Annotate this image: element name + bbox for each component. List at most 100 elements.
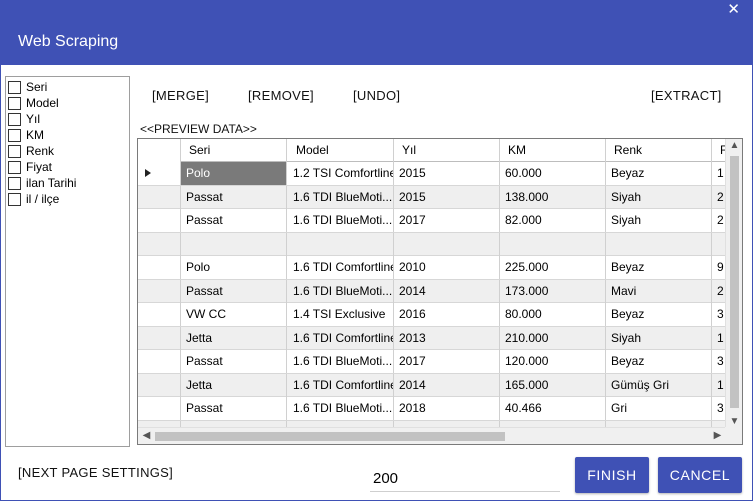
table-cell[interactable] bbox=[181, 232, 287, 256]
row-header[interactable] bbox=[138, 256, 181, 279]
table-cell[interactable]: Passat bbox=[181, 350, 287, 373]
table-cell[interactable]: Jetta bbox=[181, 373, 287, 397]
table-cell[interactable]: 1.4 TSI Exclusive bbox=[288, 303, 394, 326]
table-row[interactable]: Passat 1.6 TDI BlueMoti... 2017 120.000 Beya… bbox=[138, 350, 726, 374]
table-cell[interactable] bbox=[712, 233, 726, 256]
table-cell[interactable]: 1.6 TDI Comfortline bbox=[288, 373, 394, 397]
table-cell[interactable]: 210.000 bbox=[500, 326, 606, 350]
table-row[interactable]: Jetta 1.6 TDI Comfortline 2013 210.000 Siyah… bbox=[138, 326, 726, 350]
field-checkbox[interactable] bbox=[8, 192, 21, 206]
column-header[interactable]: F bbox=[712, 139, 726, 162]
table-cell[interactable]: 2015 bbox=[394, 162, 500, 185]
table-cell[interactable]: 138.000 bbox=[500, 185, 606, 209]
field-checkbox[interactable] bbox=[8, 96, 21, 110]
scroll-down-icon[interactable]: ▼ bbox=[726, 416, 742, 427]
table-cell[interactable]: 2013 bbox=[394, 326, 500, 350]
row-header[interactable] bbox=[138, 162, 181, 185]
table-cell[interactable]: 1 bbox=[712, 374, 726, 397]
table-cell[interactable]: 2010 bbox=[394, 256, 500, 279]
column-header[interactable]: KM bbox=[500, 139, 606, 162]
table-cell[interactable]: Jetta bbox=[181, 326, 287, 350]
table-row[interactable]: Jetta 1.6 TDI Comfortline 2014 165.000 Gümüş… bbox=[138, 373, 726, 397]
scroll-left-icon[interactable]: ◀ bbox=[138, 430, 155, 441]
table-cell[interactable]: Passat bbox=[181, 279, 287, 303]
field-option[interactable]: Model bbox=[8, 95, 59, 111]
table-cell[interactable]: 2 bbox=[712, 209, 726, 232]
table-cell[interactable]: 60.000 bbox=[500, 162, 606, 185]
table-cell[interactable] bbox=[394, 232, 500, 256]
table-cell[interactable]: 1.6 TDI BlueMoti... bbox=[288, 209, 394, 232]
column-header[interactable]: Yıl bbox=[394, 139, 500, 162]
preview-data-grid[interactable]: SeriModelYılKMRenkFPolo1.2 TSI Comfortli… bbox=[137, 138, 743, 445]
row-header[interactable] bbox=[138, 397, 181, 420]
field-option[interactable]: Fiyat bbox=[8, 159, 52, 175]
scroll-right-icon[interactable]: ▶ bbox=[709, 430, 726, 441]
table-cell[interactable]: 3 bbox=[712, 397, 726, 420]
table-cell[interactable]: 2018 bbox=[394, 397, 500, 420]
table-cell[interactable]: 2015 bbox=[394, 185, 500, 209]
table-cell[interactable]: 40.466 bbox=[500, 397, 606, 420]
table-cell[interactable] bbox=[288, 232, 394, 256]
extract-button[interactable]: [EXTRACT] bbox=[651, 88, 722, 103]
vertical-scrollbar[interactable]: ▲ ▼ bbox=[725, 139, 742, 428]
table-cell[interactable]: 2 bbox=[712, 280, 726, 303]
table-cell[interactable]: 82.000 bbox=[500, 209, 606, 232]
table-cell[interactable]: 225.000 bbox=[500, 256, 606, 279]
row-header[interactable] bbox=[138, 232, 181, 256]
table-cell[interactable]: 3 bbox=[712, 303, 726, 326]
field-option[interactable]: Yıl bbox=[8, 111, 40, 127]
table-cell[interactable]: Beyaz bbox=[606, 256, 712, 279]
field-option[interactable]: il / ilçe bbox=[8, 191, 59, 207]
table-cell[interactable]: 1.6 TDI BlueMoti... bbox=[288, 185, 394, 209]
horizontal-scroll-thumb[interactable] bbox=[155, 432, 505, 441]
vertical-scroll-thumb[interactable] bbox=[730, 156, 739, 408]
table-cell[interactable]: VW CC bbox=[181, 303, 287, 326]
close-icon[interactable]: ✕ bbox=[727, 1, 740, 19]
field-checkbox[interactable] bbox=[8, 144, 21, 158]
table-cell[interactable]: Beyaz bbox=[606, 303, 712, 326]
horizontal-scrollbar[interactable]: ◀ ▶ bbox=[138, 427, 726, 444]
table-cell[interactable]: Siyah bbox=[606, 209, 712, 232]
field-option[interactable]: Seri bbox=[8, 79, 47, 95]
table-cell[interactable]: 1.6 TDI BlueMoti... bbox=[288, 397, 394, 420]
table-cell[interactable]: 2017 bbox=[394, 350, 500, 373]
row-header[interactable] bbox=[138, 185, 181, 209]
field-checkbox[interactable] bbox=[8, 128, 21, 142]
table-cell[interactable]: 1 bbox=[712, 327, 726, 350]
table-cell[interactable]: Passat bbox=[181, 397, 287, 420]
row-header[interactable] bbox=[138, 303, 181, 326]
table-cell[interactable]: 2014 bbox=[394, 373, 500, 397]
column-header[interactable]: Renk bbox=[606, 139, 712, 162]
table-cell[interactable]: 2016 bbox=[394, 303, 500, 326]
table-cell[interactable]: Gri bbox=[606, 397, 712, 420]
undo-button[interactable]: [UNDO] bbox=[353, 88, 400, 103]
table-cell[interactable]: 1.6 TDI Comfortline bbox=[288, 256, 394, 279]
table-row[interactable]: Passat 1.6 TDI BlueMoti... 2017 82.000 Siyah… bbox=[138, 209, 726, 233]
finish-button[interactable]: FINISH bbox=[575, 457, 649, 493]
table-row[interactable] bbox=[138, 232, 726, 256]
scroll-up-icon[interactable]: ▲ bbox=[726, 140, 742, 151]
field-option[interactable]: Renk bbox=[8, 143, 54, 159]
page-count-input[interactable] bbox=[370, 466, 560, 492]
table-cell[interactable]: Polo bbox=[181, 256, 287, 279]
table-cell[interactable]: 1.6 TDI Comfortline bbox=[288, 326, 394, 350]
table-cell[interactable]: Siyah bbox=[606, 326, 712, 350]
table-row[interactable]: VW CC 1.4 TSI Exclusive 2016 80.000 Beyaz 3 bbox=[138, 303, 726, 327]
row-header[interactable] bbox=[138, 209, 181, 232]
row-header[interactable] bbox=[138, 350, 181, 373]
table-cell[interactable]: 1.2 TSI Comfortline bbox=[288, 162, 394, 185]
row-header[interactable] bbox=[138, 279, 181, 303]
table-cell[interactable]: Siyah bbox=[606, 185, 712, 209]
row-header[interactable] bbox=[138, 373, 181, 397]
table-cell[interactable] bbox=[606, 232, 712, 256]
table-row[interactable]: Polo 1.2 TSI Comfortline 2015 60.000 Beyaz 1 bbox=[138, 162, 726, 186]
column-header[interactable]: Model bbox=[288, 139, 394, 162]
table-cell[interactable]: 2014 bbox=[394, 279, 500, 303]
table-cell[interactable]: Beyaz bbox=[606, 162, 712, 185]
table-cell[interactable]: 1 bbox=[712, 162, 726, 185]
table-cell[interactable]: 2 bbox=[712, 186, 726, 209]
field-checkbox[interactable] bbox=[8, 160, 21, 174]
column-header[interactable]: Seri bbox=[181, 139, 287, 162]
field-checkbox[interactable] bbox=[8, 176, 21, 190]
table-cell[interactable] bbox=[500, 232, 606, 256]
